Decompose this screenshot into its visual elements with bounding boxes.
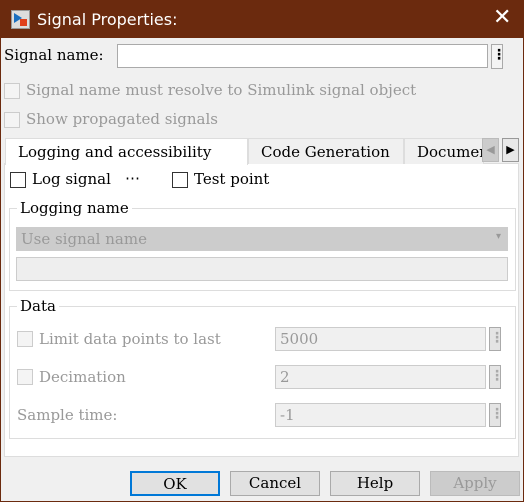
decimation-input[interactable]: 2 (275, 365, 486, 389)
propagated-label: Show propagated signals (26, 110, 218, 128)
propagated-checkbox[interactable] (4, 112, 20, 128)
sample-time-more-button[interactable]: ⋮ (489, 403, 504, 427)
sample-time-label: Sample time: (17, 406, 118, 424)
log-signal-checkbox[interactable] (10, 172, 26, 188)
window-title: Signal Properties: (37, 10, 178, 29)
signal-name-label: Signal name: (4, 46, 104, 64)
limit-input[interactable]: 5000 (275, 327, 486, 351)
log-signal-more-button[interactable]: ⋯ (125, 169, 140, 187)
decimation-more-button[interactable]: ⋮ (489, 365, 504, 389)
tab-logging[interactable]: Logging and accessibility (5, 138, 248, 165)
log-signal-label: Log signal (32, 170, 111, 188)
decimation-label: Decimation (39, 368, 126, 386)
logging-name-dropdown[interactable]: Use signal name ▾ (16, 227, 508, 251)
resolve-checkbox[interactable] (4, 83, 20, 99)
limit-label: Limit data points to last (39, 330, 221, 348)
data-legend: Data (17, 297, 59, 315)
tab-code-generation[interactable]: Code Generation (248, 138, 404, 164)
signal-name-more-button[interactable]: ⋮ (491, 44, 506, 69)
sample-time-input[interactable]: -1 (275, 403, 486, 427)
apply-button[interactable]: Apply (430, 471, 520, 496)
ok-button[interactable]: OK (130, 471, 220, 496)
tab-scroll-right-icon[interactable]: ▶ (502, 138, 519, 162)
limit-checkbox[interactable] (17, 331, 33, 347)
limit-more-button[interactable]: ⋮ (489, 327, 504, 351)
decimation-checkbox[interactable] (17, 369, 33, 385)
signal-name-input[interactable] (117, 44, 488, 68)
logging-name-input[interactable] (16, 257, 508, 281)
tab-documentation[interactable]: Documentation (404, 138, 484, 164)
test-point-checkbox[interactable] (172, 172, 188, 188)
resolve-label: Signal name must resolve to Simulink sig… (26, 81, 417, 99)
title-bar: Signal Properties: ✕ (1, 1, 524, 38)
tab-scroll-left-icon[interactable]: ◀ (482, 138, 499, 162)
close-icon[interactable]: ✕ (493, 5, 511, 30)
logging-name-dropdown-value: Use signal name (21, 230, 147, 248)
logging-name-legend: Logging name (17, 199, 132, 217)
simulink-app-icon (11, 10, 30, 29)
help-button[interactable]: Help (330, 471, 420, 496)
test-point-label: Test point (194, 170, 270, 188)
chevron-down-icon: ▾ (495, 231, 501, 242)
cancel-button[interactable]: Cancel (230, 471, 320, 496)
